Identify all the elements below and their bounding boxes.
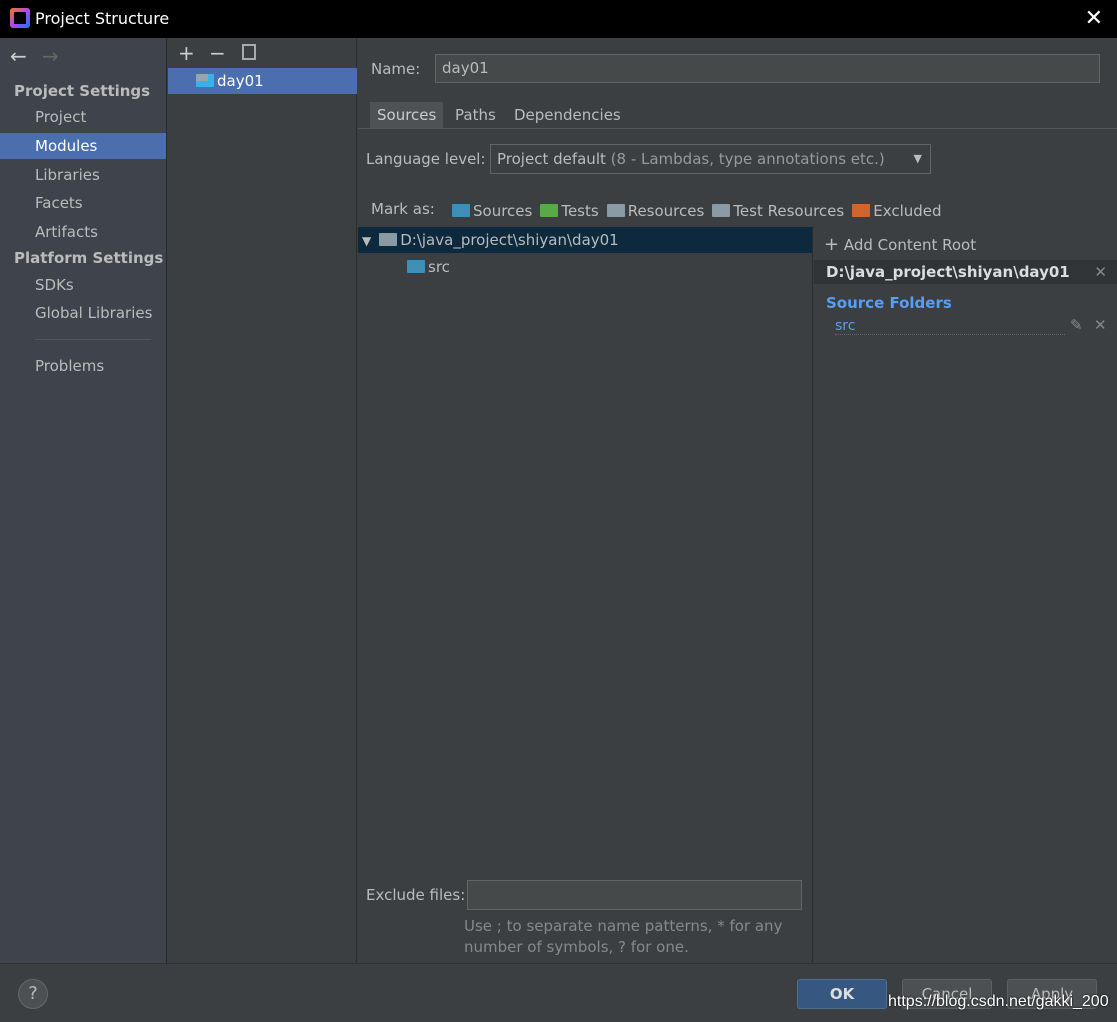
mark-as-label: Mark as:: [371, 200, 435, 218]
language-level-select[interactable]: Project default (8 - Lambdas, type annot…: [490, 144, 931, 174]
content-roots-panel: + Add Content Root D:\java_project\shiya…: [814, 226, 1117, 963]
exclude-hint: Use ; to separate name patterns, * for a…: [464, 917, 783, 956]
name-label: Name:: [371, 60, 421, 78]
tests-folder-icon: [540, 204, 559, 217]
language-hint: (8 - Lambdas, type annotations etc.): [610, 150, 885, 168]
help-button[interactable]: ?: [18, 979, 48, 1009]
excluded-folder-icon: [852, 204, 871, 217]
project-settings-heading: Project Settings: [14, 82, 151, 100]
module-item-day01[interactable]: day01: [168, 68, 357, 94]
mark-test-resources-button[interactable]: Test Resources: [712, 202, 844, 220]
sidebar-item-problems[interactable]: Problems: [0, 353, 166, 379]
module-list: + − day01: [168, 38, 357, 963]
add-icon[interactable]: +: [178, 41, 195, 65]
expand-arrow-icon[interactable]: ▼: [362, 234, 371, 248]
remove-folder-icon[interactable]: ✕: [1094, 316, 1107, 334]
watermark: https://blog.csdn.net/gakki_200: [888, 993, 1109, 1010]
window-title: Project Structure: [35, 9, 170, 28]
sources-folder-icon: [452, 204, 470, 217]
dialog-footer: ? OK Cancel Apply https://blog.csdn.net/…: [0, 963, 1117, 1022]
mark-excluded-button[interactable]: Excluded: [852, 202, 942, 220]
source-folder-icon: [407, 260, 425, 273]
tab-dependencies[interactable]: Dependencies: [507, 102, 628, 128]
module-editor: Name: day01 Sources Paths Dependencies L…: [358, 38, 1117, 963]
ok-button[interactable]: OK: [797, 979, 887, 1009]
exclude-files-label: Exclude files:: [366, 886, 466, 904]
sidebar-item-sdks[interactable]: SDKs: [0, 272, 166, 298]
mark-as-buttons: Sources Tests Resources Test Resources Exclu…: [452, 202, 942, 220]
remove-root-icon[interactable]: ✕: [1094, 260, 1107, 284]
edit-icon[interactable]: ✎: [1070, 316, 1083, 334]
platform-settings-heading: Platform Settings: [14, 249, 164, 267]
back-icon[interactable]: ←: [10, 44, 27, 68]
sidebar-item-libraries[interactable]: Libraries: [0, 162, 166, 188]
tree-root-row[interactable]: ▼ D:\java_project\shiyan\day01: [358, 227, 812, 253]
source-folders-heading: Source Folders: [826, 294, 952, 312]
sidebar-item-artifacts[interactable]: Artifacts: [0, 219, 166, 245]
intellij-logo-icon: [10, 8, 30, 28]
resources-folder-icon: [606, 204, 625, 217]
module-folder-icon: [196, 74, 214, 87]
tree-src-row[interactable]: src: [407, 255, 450, 279]
mark-resources-button[interactable]: Resources: [606, 202, 704, 220]
tab-sources[interactable]: Sources: [370, 102, 444, 128]
exclude-files-input[interactable]: [467, 880, 802, 910]
forward-icon[interactable]: →: [42, 44, 59, 68]
sidebar: ← → Project Settings Project Modules Lib…: [0, 38, 167, 963]
chevron-down-icon: ▼: [913, 152, 922, 165]
plus-icon: +: [824, 234, 840, 255]
folder-icon: [379, 233, 398, 246]
sidebar-item-facets[interactable]: Facets: [0, 190, 166, 216]
sidebar-item-project[interactable]: Project: [0, 104, 166, 130]
content-tree: ▼ D:\java_project\shiyan\day01 src Exclud…: [358, 226, 813, 963]
mark-sources-button[interactable]: Sources: [452, 202, 532, 220]
content-root-header: D:\java_project\shiyan\day01 ✕: [814, 260, 1117, 284]
add-content-root-button[interactable]: + Add Content Root: [824, 234, 976, 255]
module-name: day01: [217, 72, 264, 90]
source-folder-src: src: [835, 318, 1065, 335]
divider: [35, 339, 151, 340]
test-resources-folder-icon: [712, 204, 731, 217]
tree-root-label: D:\java_project\shiyan\day01: [400, 231, 619, 249]
content-root-path: D:\java_project\shiyan\day01: [826, 263, 1070, 281]
tab-paths[interactable]: Paths: [448, 102, 503, 128]
close-icon[interactable]: ✕: [1085, 6, 1103, 31]
remove-icon[interactable]: −: [209, 41, 226, 65]
sidebar-item-global-libraries[interactable]: Global Libraries: [0, 300, 166, 326]
mark-tests-button[interactable]: Tests: [540, 202, 599, 220]
language-level-label: Language level:: [366, 150, 486, 168]
copy-icon[interactable]: [242, 44, 256, 60]
sidebar-item-modules[interactable]: Modules: [0, 133, 166, 159]
title-bar: Project Structure ✕: [0, 0, 1117, 38]
name-input[interactable]: day01: [435, 54, 1100, 83]
language-value: Project default: [497, 150, 606, 168]
tree-src-label: src: [428, 258, 450, 276]
